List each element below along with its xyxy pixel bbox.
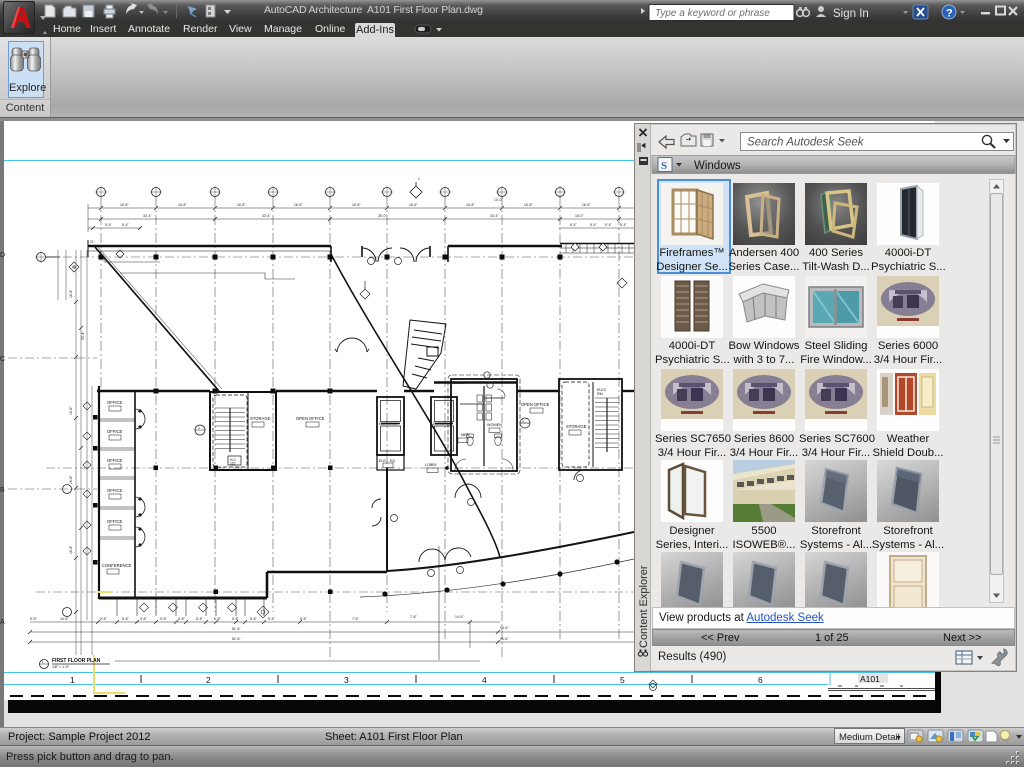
svg-text:98'-6": 98'-6" [500, 626, 509, 630]
svg-text:16'-8": 16'-8" [582, 203, 591, 207]
svg-text:115: 115 [230, 462, 236, 466]
svg-text:2: 2 [206, 675, 211, 685]
svg-text:5'-8": 5'-8" [300, 617, 308, 621]
svg-text:OFFICE: OFFICE [107, 488, 123, 493]
svg-text:16'-8": 16'-8" [69, 406, 73, 415]
svg-text:16'-8": 16'-8" [69, 475, 73, 484]
svg-text:D: D [0, 252, 5, 259]
svg-text:33'-4": 33'-4" [143, 214, 152, 218]
svg-text:16'-8": 16'-8" [60, 617, 69, 621]
svg-text:5'-4": 5'-4" [590, 223, 598, 227]
svg-text:16'-8": 16'-8" [178, 203, 187, 207]
svg-text:5'-8": 5'-8" [100, 617, 108, 621]
svg-text:9'-8": 9'-8" [30, 617, 38, 621]
svg-text:Search Autodesk Seek: Search Autodesk Seek [747, 137, 865, 149]
svg-text:A101: A101 [860, 674, 880, 684]
svg-text:33'-4": 33'-4" [490, 214, 499, 218]
svg-text:21': 21' [90, 240, 95, 244]
svg-text:5'-8": 5'-8" [178, 617, 186, 621]
svg-text:16'-8": 16'-8" [466, 203, 475, 207]
svg-text:?: ? [946, 8, 953, 20]
svg-text:5'-8": 5'-8" [196, 617, 204, 621]
svg-text:5'-4": 5'-4" [105, 223, 113, 227]
svg-text:81'-6": 81'-6" [232, 637, 241, 641]
svg-text:5'-8": 5'-8" [140, 617, 148, 621]
svg-text:1/8" = 1'-0": 1/8" = 1'-0" [52, 665, 70, 669]
svg-text:A: A [0, 619, 5, 626]
svg-text:25'-0": 25'-0" [378, 214, 387, 218]
svg-text:16'-8": 16'-8" [294, 203, 303, 207]
svg-text:14'-6": 14'-6" [455, 615, 464, 619]
svg-text:1: 1 [198, 426, 200, 430]
svg-text:1: 1 [42, 660, 44, 664]
svg-text:96'-6": 96'-6" [500, 637, 509, 641]
svg-text:Windows: Windows [694, 160, 741, 172]
svg-text:OFFICE: OFFICE [107, 400, 123, 405]
svg-text:ELEVATOR: ELEVATOR [379, 422, 398, 426]
svg-text:1: 1 [418, 177, 420, 181]
svg-text:7'-6": 7'-6" [410, 615, 418, 619]
svg-text:16'-8": 16'-8" [409, 203, 418, 207]
svg-text:9'-8": 9'-8" [268, 617, 276, 621]
svg-text:OFFICE: OFFICE [107, 429, 123, 434]
svg-text:5: 5 [620, 675, 625, 685]
svg-text:5'-8": 5'-8" [232, 617, 240, 621]
svg-text:5'-8": 5'-8" [122, 617, 130, 621]
svg-text:OPEN OFFICE: OPEN OFFICE [296, 416, 325, 421]
svg-text:10'-0": 10'-0" [494, 198, 503, 202]
svg-text:MEN: MEN [461, 433, 470, 437]
svg-text:5'-4": 5'-4" [605, 223, 613, 227]
svg-text:1: 1 [522, 419, 524, 423]
svg-text:5'-4": 5'-4" [620, 223, 628, 227]
svg-text:OPEN OFFICE: OPEN OFFICE [521, 402, 550, 407]
svg-text:LOBBY: LOBBY [425, 463, 438, 467]
svg-text:C: C [0, 356, 5, 363]
svg-text:STORAGE: STORAGE [250, 416, 271, 421]
svg-text:81'-6": 81'-6" [232, 627, 241, 631]
svg-text:18'-0": 18'-0" [575, 214, 584, 218]
svg-text:16'-8": 16'-8" [120, 203, 129, 207]
svg-text:5'-8": 5'-8" [160, 617, 168, 621]
svg-text:1: 1 [70, 675, 75, 685]
svg-text:5'-4": 5'-4" [122, 223, 130, 227]
svg-text:6: 6 [758, 675, 763, 685]
svg-text:ELEVATOR: ELEVATOR [433, 422, 452, 426]
svg-text:4: 4 [482, 675, 487, 685]
svg-text:16'-8": 16'-8" [352, 203, 361, 207]
svg-text:33'-4": 33'-4" [81, 331, 85, 340]
svg-text:7'-6": 7'-6" [352, 617, 360, 621]
svg-text:RM: RM [597, 392, 603, 396]
svg-text:16'-8": 16'-8" [524, 203, 533, 207]
svg-text:16'-8": 16'-8" [237, 203, 246, 207]
svg-text:WOMEN: WOMEN [487, 423, 502, 427]
svg-text:16'-8": 16'-8" [69, 545, 73, 554]
svg-text:OFFICE: OFFICE [107, 458, 123, 463]
svg-text:CONFERENCE: CONFERENCE [102, 563, 132, 568]
svg-text:33'-4": 33'-4" [262, 214, 271, 218]
svg-text:5'-8": 5'-8" [214, 617, 222, 621]
svg-text:6'-4": 6'-4" [570, 223, 578, 227]
svg-text:5'-8": 5'-8" [250, 617, 258, 621]
svg-text:ELEV. EQ.: ELEV. EQ. [379, 459, 396, 463]
svg-text:16'-8": 16'-8" [69, 289, 73, 298]
svg-text:OFFICE: OFFICE [107, 519, 123, 524]
svg-text:Sign In: Sign In [833, 8, 869, 20]
svg-text:3: 3 [344, 675, 349, 685]
svg-text:STORAGE: STORAGE [566, 424, 587, 429]
svg-text:FIRST FLOOR PLAN: FIRST FLOOR PLAN [52, 658, 101, 664]
svg-text:S: S [661, 160, 667, 172]
svg-text:B: B [0, 487, 5, 494]
svg-text:LOBBY: LOBBY [453, 381, 466, 385]
